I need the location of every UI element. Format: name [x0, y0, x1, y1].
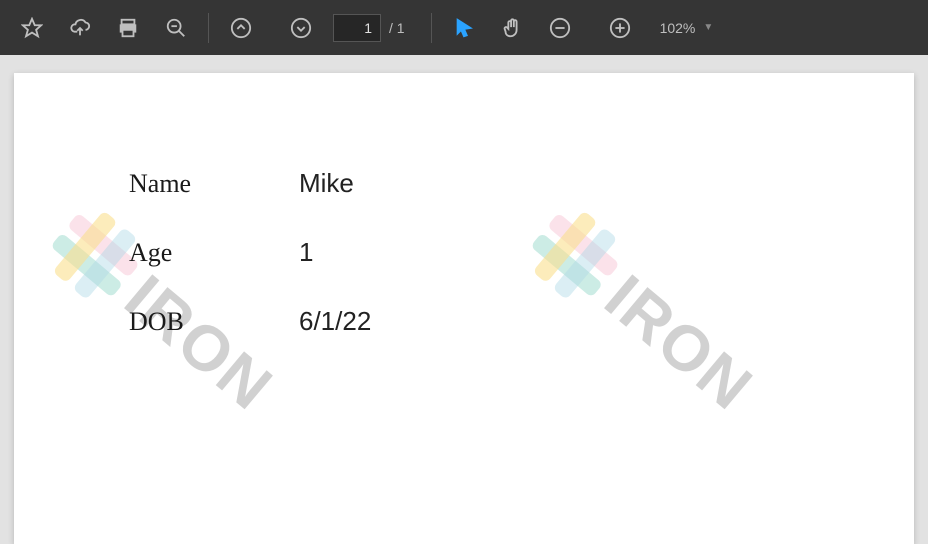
document-content: Name Mike Age 1 DOB 6/1/22 [129, 168, 371, 375]
hand-pan-icon[interactable] [488, 4, 536, 52]
zoom-value: 102% [652, 20, 704, 36]
field-value: Mike [299, 168, 354, 199]
field-row: Age 1 [129, 237, 371, 268]
star-icon[interactable] [8, 4, 56, 52]
field-row: DOB 6/1/22 [129, 306, 371, 337]
pdf-viewer: IRON IRON Name Mike Age 1 DOB 6/1/22 [0, 55, 928, 544]
watermark-text: IRON [591, 260, 767, 425]
field-value: 6/1/22 [299, 306, 371, 337]
field-label: DOB [129, 307, 299, 337]
pdf-toolbar: / 1 102% ▼ [0, 0, 928, 55]
divider [431, 13, 432, 43]
current-page-input[interactable] [333, 14, 381, 42]
field-label: Age [129, 238, 299, 268]
page-down-icon[interactable] [277, 4, 325, 52]
zoom-dropdown[interactable]: 102% ▼ [652, 20, 720, 36]
field-label: Name [129, 169, 299, 199]
page-up-icon[interactable] [217, 4, 265, 52]
field-row: Name Mike [129, 168, 371, 199]
page-total-label: / 1 [389, 20, 405, 36]
pdf-page[interactable]: IRON IRON Name Mike Age 1 DOB 6/1/22 [14, 73, 914, 544]
zoom-out-icon[interactable] [536, 4, 584, 52]
zoom-in-icon[interactable] [596, 4, 644, 52]
chevron-down-icon: ▼ [703, 22, 719, 33]
selection-arrow-icon[interactable] [440, 4, 488, 52]
print-icon[interactable] [104, 4, 152, 52]
page-indicator: / 1 [333, 14, 415, 42]
zoom-tool-icon[interactable] [152, 4, 200, 52]
divider [208, 13, 209, 43]
cloud-upload-icon[interactable] [56, 4, 104, 52]
field-value: 1 [299, 237, 313, 268]
